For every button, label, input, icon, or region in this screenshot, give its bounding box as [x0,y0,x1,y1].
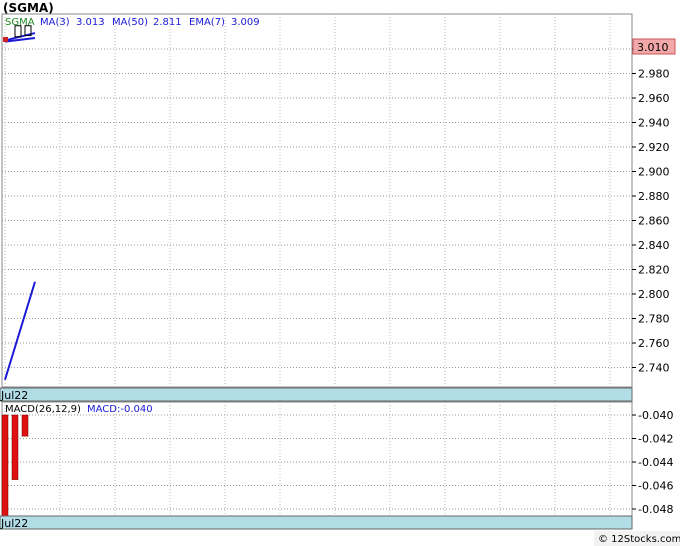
price-tick-label: 2.780 [638,313,670,326]
legend-ema7-label: EMA(7) [189,17,225,28]
chart-title: (SGMA) [3,1,54,15]
price-tick-label: 2.760 [638,337,670,350]
price-x-axis-band [0,387,633,402]
watermark: © 12Stocks.com [598,534,680,545]
macd-x-tick-label: Jul22 [0,517,28,530]
legend-ma50-label: MA(50) [112,17,148,28]
macd-tick-label: -0.044 [638,456,673,469]
price-tick-label: 2.860 [638,215,670,228]
macd-tick-label: -0.040 [638,409,673,422]
macd-label: MACD(26,12,9) [5,404,81,415]
macd-bar [11,414,19,480]
macd-bar [21,414,29,437]
price-candle [3,36,8,42]
legend-ma3-label: MA(3) [40,17,70,28]
macd-tick-label: -0.046 [638,480,673,493]
macd-y-axis: -0.040 -0.042 -0.044 -0.046 -0.048 [632,409,673,516]
macd-bar [1,414,9,519]
legend-ema7-value: 3.009 [231,17,260,28]
macd-tick-label: -0.042 [638,433,673,446]
price-tick-label: 2.740 [638,362,670,375]
price-panel-frame [1,13,633,388]
macd-panel: -0.040 -0.042 -0.044 -0.046 -0.048 MACD(26,1… [0,401,673,530]
price-tick-label: 2.920 [638,141,670,154]
price-tick-label: 2.900 [638,166,670,179]
current-price-label: 3.010 [637,41,669,54]
price-y-axis: 3.0002.9802.9602.9402.9202.9002.8802.860… [632,43,670,375]
price-tick-label: 2.940 [638,117,670,130]
price-tick-label: 2.880 [638,190,670,203]
price-x-tick-label: Jul22 [0,389,28,402]
legend-ma50-value: 2.811 [153,17,182,28]
price-tick-label: 2.820 [638,264,670,277]
price-panel: 3.0002.9802.9602.9402.9202.9002.8802.860… [0,13,676,402]
macd-x-axis-band [0,515,633,530]
price-tick-label: 2.840 [638,239,670,252]
macd-value-label: MACD:-0.040 [87,404,153,415]
macd-panel-frame [1,401,633,517]
stock-chart: (SGMA) 3.0002.9802.9602.9402.9202.9002.8… [0,1,680,546]
price-tick-label: 2.960 [638,92,670,105]
price-tick-label: 2.800 [638,288,670,301]
legend-ma3-value: 3.013 [76,17,105,28]
macd-tick-label: -0.048 [638,503,673,516]
price-tick-label: 2.980 [638,68,670,81]
ticker-label: SGMA [5,17,35,28]
